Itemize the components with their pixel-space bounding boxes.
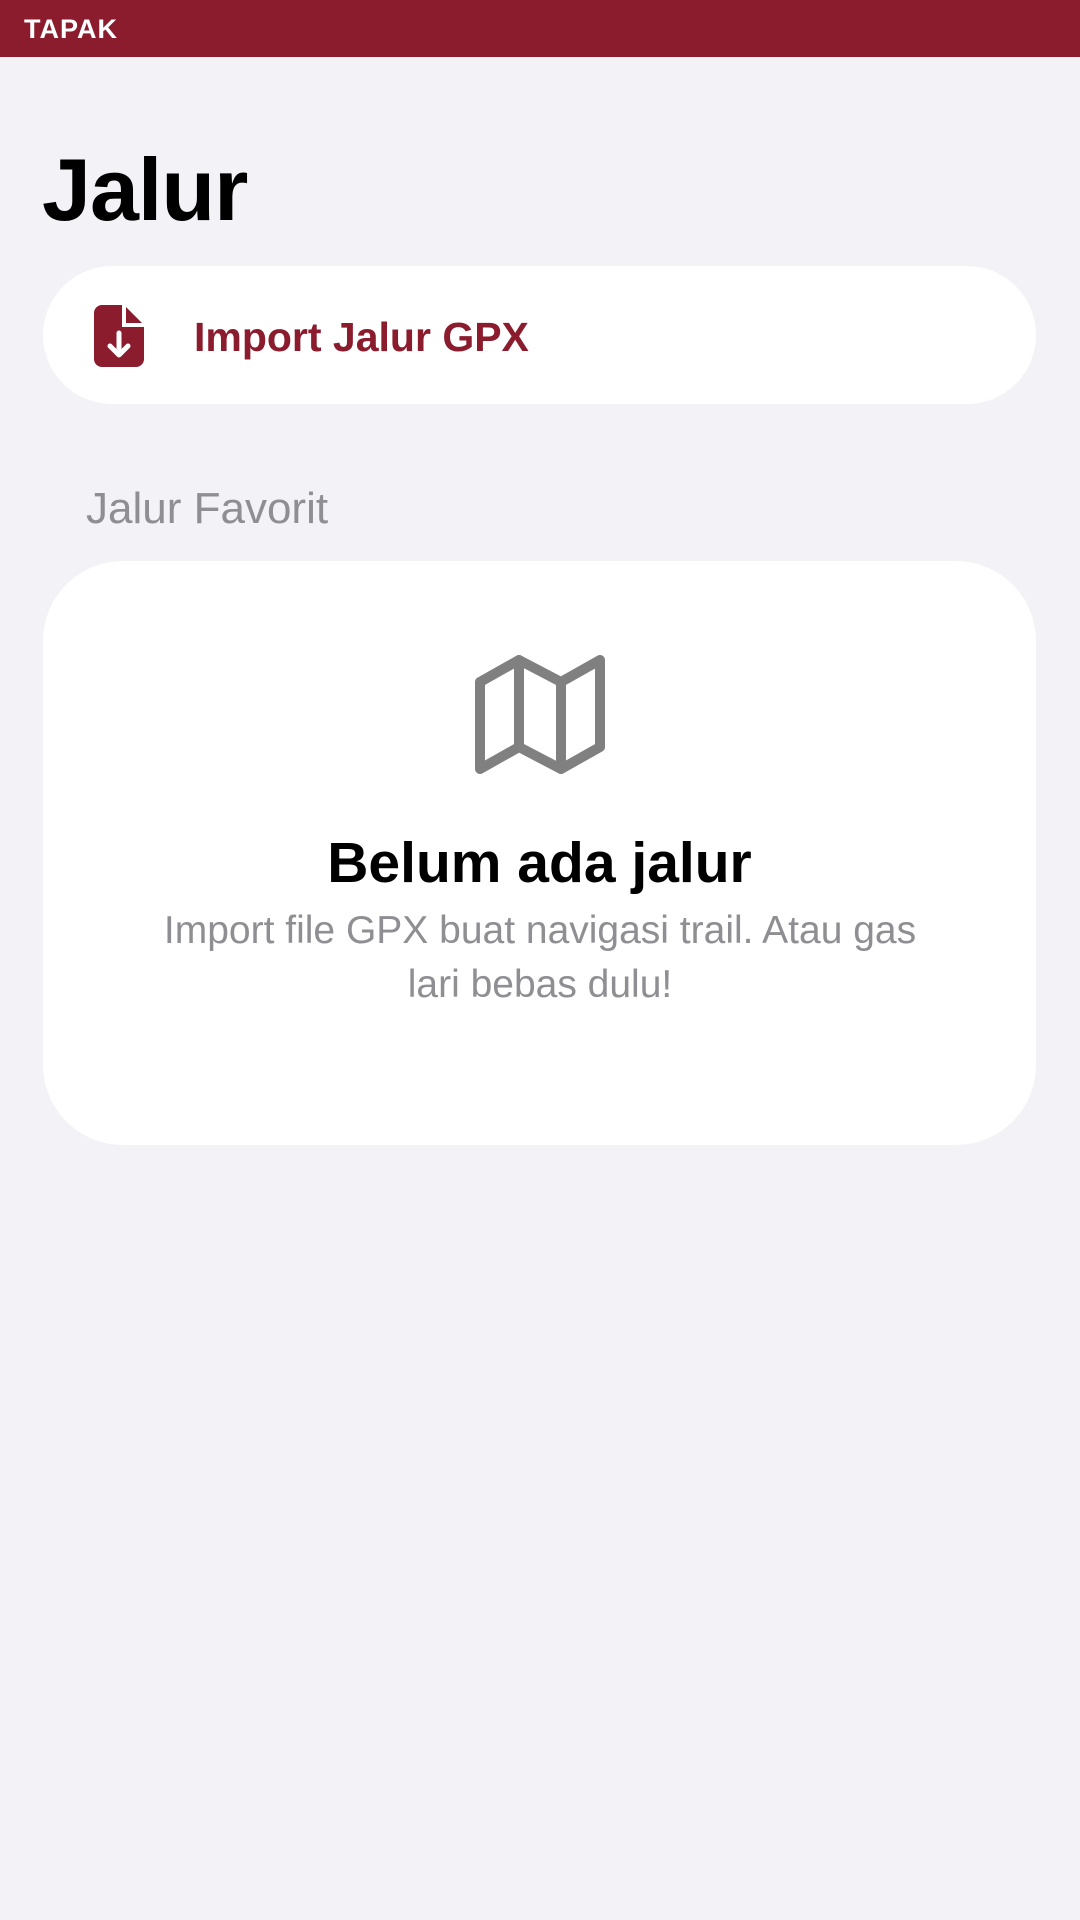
page-title: Jalur [42, 140, 248, 239]
favorites-section-label: Jalur Favorit [86, 484, 329, 533]
import-gpx-button[interactable] [43, 266, 1036, 404]
app-brand: TAPAK [24, 14, 118, 44]
file-download-icon [94, 305, 144, 367]
top-bar: TAPAK [0, 0, 1080, 57]
empty-state-subtitle: Import file GPX buat navigasi trail. Ata… [163, 909, 917, 1006]
map-icon [475, 655, 605, 774]
empty-state-title: Belum ada jalur [327, 831, 752, 895]
import-gpx-label: Import Jalur GPX [194, 314, 529, 360]
